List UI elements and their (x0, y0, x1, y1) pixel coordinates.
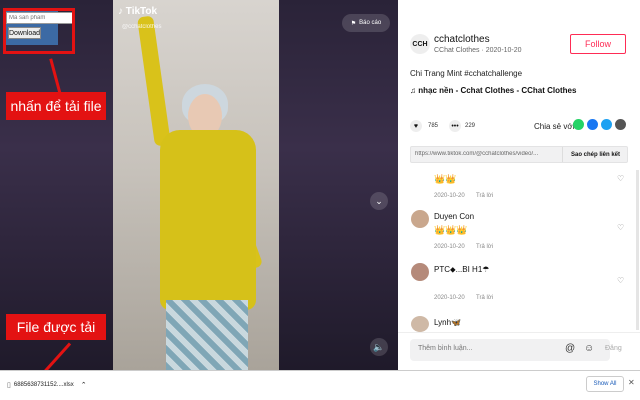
comment-reply-button[interactable]: Trả lời (476, 193, 493, 199)
chevron-down-icon: ⌄ (375, 195, 383, 206)
comment-author[interactable]: Duyen Con (434, 212, 474, 221)
comment-reply-button[interactable]: Trả lời (476, 295, 493, 301)
comment-avatar[interactable] (411, 263, 429, 281)
account-username[interactable]: cchatclothes (434, 34, 490, 45)
figure-pants (166, 300, 248, 370)
comment-date: 2020-10-20 (434, 244, 465, 250)
heart-icon[interactable]: ♡ (617, 223, 624, 232)
report-button[interactable]: ⚑ Báo cáo (342, 14, 390, 32)
comment-author[interactable]: PTC⬥...BI H1☂ (434, 265, 489, 275)
annotation-click-label: nhấn để tải file (6, 92, 106, 120)
music-track[interactable]: ♫ nhạc nền - Cchat Clothes - CChat Cloth… (410, 86, 576, 95)
comment-date: 2020-10-20 (434, 295, 465, 301)
comment-reply-button[interactable]: Trả lời (476, 244, 493, 250)
follow-button[interactable]: Follow (570, 34, 626, 54)
comment-icon[interactable]: ••• (449, 120, 461, 132)
copy-link-button[interactable]: Sao chép liên kết (562, 147, 628, 162)
mute-button[interactable]: 🔈 (370, 338, 388, 356)
comment-date: 2020-10-20 (434, 193, 465, 199)
twitter-icon[interactable] (601, 119, 612, 130)
like-count: 785 (428, 123, 439, 129)
post-comment-button[interactable]: Đăng (605, 345, 622, 352)
annotation-file-label: File được tải (6, 314, 106, 340)
chevron-up-icon[interactable]: ⌃ (81, 381, 87, 389)
post-caption: Chi Trang Mint #cchatchallenge (410, 69, 523, 78)
show-all-button[interactable]: Show All (586, 376, 624, 392)
file-icon: ▯ (7, 382, 11, 389)
video-handle: @cchatclothes (122, 24, 162, 30)
comment-avatar[interactable] (411, 316, 429, 332)
emoji-icon[interactable]: ☺ (584, 343, 594, 354)
post-panel (398, 0, 640, 370)
more-share-icon[interactable] (615, 119, 626, 130)
heart-icon[interactable]: ♡ (617, 276, 624, 285)
like-icon[interactable]: ♥ (410, 120, 422, 132)
account-subname: CChat Clothes · 2020-10-20 (434, 47, 522, 54)
report-label: Báo cáo (359, 20, 382, 26)
comment-input[interactable]: Thêm bình luận... (410, 339, 610, 361)
facebook-icon[interactable] (587, 119, 598, 130)
comments-scrollbar[interactable] (636, 170, 639, 330)
next-video-button[interactable]: ⌄ (370, 192, 388, 210)
flag-icon: ⚑ (350, 20, 357, 27)
tiktok-logo: ♪ TikTok (118, 6, 158, 17)
downloaded-file-item[interactable]: ▯ 6885638731152....xlsx ⌃ (4, 375, 100, 395)
comment-text: 👑👑 (434, 174, 457, 184)
account-avatar[interactable]: CCH (410, 34, 430, 54)
downloaded-file-name: 6885638731152....xlsx (13, 382, 74, 388)
whatsapp-icon[interactable] (573, 119, 584, 130)
comment-text: 👑👑👑 (434, 225, 468, 235)
close-icon[interactable]: ✕ (628, 378, 635, 387)
share-label: Chia sẻ với (534, 122, 575, 131)
comment-avatar[interactable] (411, 210, 429, 228)
heart-icon[interactable]: ♡ (617, 174, 624, 183)
annotation-box-download (3, 8, 75, 54)
mention-icon[interactable]: @ (565, 343, 575, 354)
share-link[interactable]: https://www.tiktok.com/@cchatclothes/vid… (415, 151, 555, 157)
speaker-icon: 🔈 (373, 341, 385, 352)
comment-author[interactable]: Lynh🦋 (434, 318, 461, 327)
figure-body (160, 130, 256, 310)
comment-count: 229 (465, 123, 476, 129)
